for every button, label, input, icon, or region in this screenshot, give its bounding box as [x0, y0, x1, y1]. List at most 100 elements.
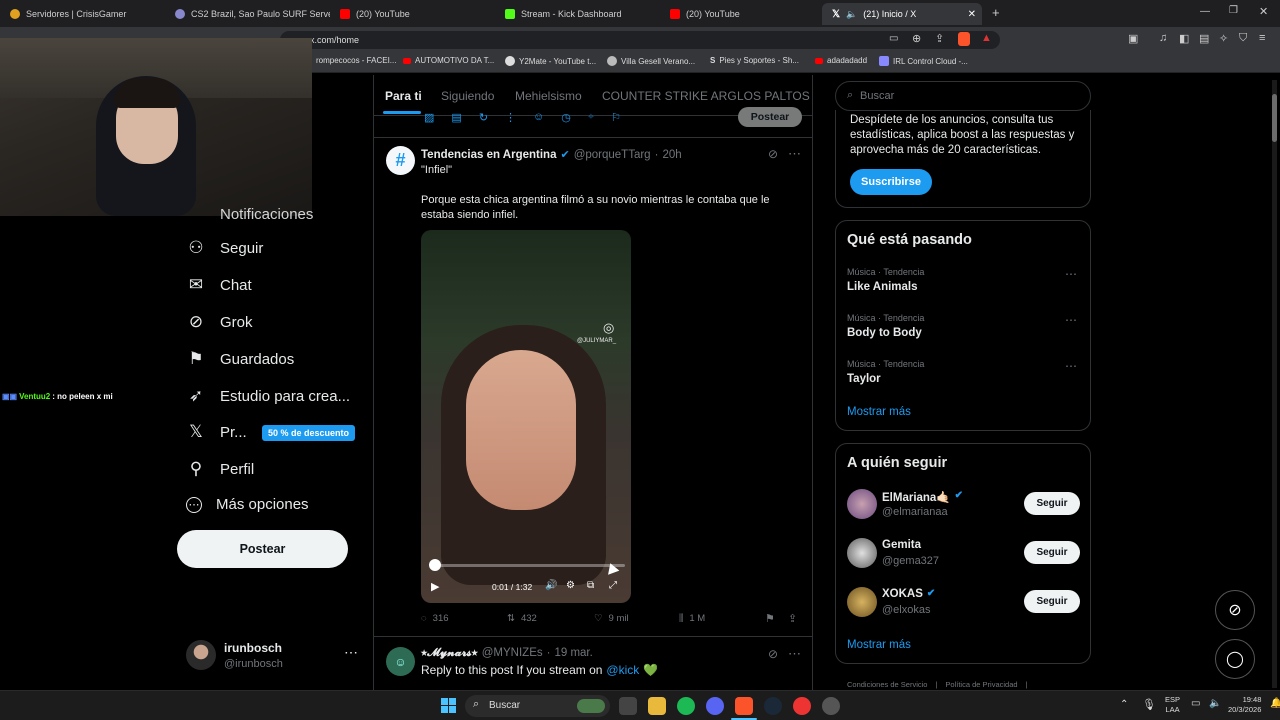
- close-tab-icon[interactable]: ✕: [968, 9, 976, 20]
- follow-avatar[interactable]: [847, 587, 877, 617]
- trend-more-icon[interactable]: ⋯: [1065, 359, 1077, 373]
- privacy-link[interactable]: Política de Privacidad: [945, 680, 1017, 689]
- grok-icon[interactable]: ↻: [479, 111, 488, 124]
- tweet-time[interactable]: 19 mar.: [554, 647, 592, 660]
- follow-name[interactable]: ElMariana🤙🏻 ✔: [882, 490, 963, 504]
- leo-ai-icon[interactable]: ✧: [1219, 32, 1228, 45]
- sidebar-toggle-icon[interactable]: ▣: [1128, 32, 1138, 45]
- follow-button[interactable]: Seguir: [1024, 590, 1080, 613]
- volume-icon[interactable]: 🔊: [545, 580, 557, 591]
- sidebar-item-profile[interactable]: ⚲ Perfil: [186, 459, 254, 479]
- location-icon[interactable]: ⌖: [588, 111, 594, 124]
- brave-icon[interactable]: [735, 697, 753, 715]
- trend-more-icon[interactable]: ⋯: [1065, 267, 1077, 281]
- browser-tab-active[interactable]: 𝕏 🔈 (21) Inicio / X ✕: [822, 3, 982, 25]
- account-avatar[interactable]: [186, 640, 216, 670]
- browser-tab[interactable]: (20) YouTube: [330, 3, 495, 25]
- tweet-handle[interactable]: @MYNIZEs: [482, 647, 543, 660]
- follow-button[interactable]: Seguir: [1024, 541, 1080, 564]
- search-input[interactable]: ⌕ Buscar: [835, 81, 1091, 111]
- bookmark[interactable]: rompecocos - FACEI...: [316, 56, 396, 65]
- premium-discount-badge[interactable]: 50 % de descuento: [262, 425, 356, 441]
- terms-link[interactable]: Condiciones de Servicio: [847, 680, 927, 689]
- show-more-link[interactable]: Mostrar más: [847, 406, 911, 418]
- trend-item[interactable]: Música · Tendencia Taylor ⋯: [847, 359, 1077, 385]
- task-view-icon[interactable]: [619, 697, 637, 715]
- microphone-icon[interactable]: 🎙: [1142, 698, 1156, 711]
- tweet-author[interactable]: ⭑𝓜𝔂𝓷𝓪𝓻𝓼⭑: [421, 647, 478, 660]
- bookmark[interactable]: Y2Mate - YouTube t...: [505, 56, 596, 66]
- restore-button[interactable]: ❐: [1229, 5, 1238, 16]
- play-icon[interactable]: ▶: [431, 580, 439, 593]
- tab-list-los-paltos[interactable]: LOS PALTOS: [737, 89, 810, 103]
- brave-shield-icon[interactable]: [958, 32, 970, 46]
- schedule-icon[interactable]: ◷: [561, 111, 571, 124]
- subscribe-button[interactable]: Suscribirse: [850, 169, 932, 195]
- messages-float-button[interactable]: ◯: [1215, 639, 1255, 679]
- minimize-button[interactable]: —: [1200, 6, 1210, 17]
- trend-item[interactable]: Música · Tendencia Like Animals ⋯: [847, 267, 1077, 293]
- views-action[interactable]: ⫼ 1 M: [679, 613, 705, 624]
- compose-post-button[interactable]: Postear: [738, 107, 802, 127]
- retweet-action[interactable]: ⇅ 432: [507, 613, 537, 624]
- close-window-button[interactable]: ✕: [1259, 5, 1268, 18]
- browser-tab[interactable]: (20) YouTube: [660, 3, 820, 25]
- emoji-icon[interactable]: ☺: [533, 111, 544, 124]
- tweet-more-icon[interactable]: ⋯: [788, 646, 801, 662]
- taskbar-search[interactable]: ⌕ Buscar: [465, 695, 610, 717]
- grok-explain-icon[interactable]: ⊘: [768, 147, 778, 161]
- follow-avatar[interactable]: [847, 489, 877, 519]
- video-progress-track[interactable]: [431, 564, 625, 567]
- trend-item[interactable]: Música · Tendencia Body to Body ⋯: [847, 313, 1077, 339]
- bookmark[interactable]: Villa Gesell Verano...: [607, 56, 695, 66]
- tweet-avatar[interactable]: ☺: [386, 647, 415, 676]
- follow-name[interactable]: Gemita: [882, 539, 921, 551]
- bookmark[interactable]: S Pies y Soportes - Sh...: [710, 56, 799, 65]
- follow-avatar[interactable]: [847, 538, 877, 568]
- bookmark[interactable]: adadadadd: [815, 56, 867, 65]
- tab-list-counter-strike-arg[interactable]: COUNTER STRIKE ARG: [602, 89, 737, 103]
- tweet-handle[interactable]: @porqueTTarg: [574, 149, 651, 161]
- video-scrubber[interactable]: [429, 559, 441, 571]
- volume-icon[interactable]: 🔈: [1209, 698, 1221, 709]
- follow-name[interactable]: XOKAS ✔: [882, 588, 935, 600]
- hashtag-avatar-icon[interactable]: #: [386, 146, 415, 175]
- bookmark[interactable]: IRL Control Cloud -...: [879, 56, 968, 66]
- page-scrollbar[interactable]: [1272, 80, 1277, 688]
- account-more-icon[interactable]: ⋯: [344, 644, 358, 661]
- scrollbar-thumb[interactable]: [1272, 94, 1277, 142]
- vpn-icon[interactable]: ⛉: [1239, 32, 1247, 45]
- menu-icon[interactable]: ≡: [1259, 32, 1265, 44]
- reply-action[interactable]: ◌ 316: [421, 613, 449, 624]
- new-tab-button[interactable]: +: [992, 5, 1000, 20]
- bookmark[interactable]: AUTOMOTIVO DA T...: [403, 56, 494, 65]
- sidebar-item-chat[interactable]: ✉ Chat: [186, 275, 252, 295]
- file-explorer-icon[interactable]: [648, 697, 666, 715]
- share-icon[interactable]: ⇪: [935, 32, 944, 45]
- share-tweet-icon[interactable]: ⇪: [788, 612, 797, 625]
- system-clock[interactable]: 19:48 20/3/2026: [1228, 695, 1261, 715]
- brave-rewards-icon[interactable]: ▲: [981, 32, 992, 44]
- tweet-video-player[interactable]: ◎ @JULIYMAR_ ▶ 0:01 / 1:32 🔊 ⚙ ⧉ ⤢: [421, 230, 631, 603]
- obs-icon[interactable]: [822, 697, 840, 715]
- tweet-time[interactable]: 20h: [662, 149, 681, 161]
- tray-chevron-icon[interactable]: ⌃: [1120, 699, 1128, 710]
- media-icon[interactable]: ♫: [1159, 32, 1167, 44]
- sidebar-item-follow[interactable]: ⚇ Seguir: [186, 238, 263, 258]
- settings-icon[interactable]: ⚙: [566, 580, 575, 591]
- grok-explain-icon[interactable]: ⊘: [768, 647, 778, 661]
- gif-icon[interactable]: ▤: [451, 111, 461, 124]
- steam-icon[interactable]: [764, 697, 782, 715]
- cast-icon[interactable]: ▭: [889, 33, 898, 44]
- sidebar-item-more[interactable]: ⋯ Más opciones: [186, 496, 309, 513]
- network-icon[interactable]: ▭: [1191, 698, 1200, 709]
- tab-list-mehielsismo[interactable]: Mehielsismo: [515, 89, 582, 103]
- browser-tab[interactable]: CS2 Brazil, Sao Paulo SURF Servers -: [165, 3, 330, 25]
- like-action[interactable]: ♡ 9 mil: [594, 613, 629, 624]
- image-icon[interactable]: ▨: [424, 111, 434, 124]
- browser-tab[interactable]: Stream - Kick Dashboard: [495, 3, 660, 25]
- panel-icon[interactable]: ◧: [1179, 32, 1189, 45]
- tweet-author[interactable]: Tendencias en Argentina: [421, 149, 556, 161]
- wallet-icon[interactable]: ▤: [1199, 32, 1209, 45]
- grok-float-button[interactable]: ⊘: [1215, 590, 1255, 630]
